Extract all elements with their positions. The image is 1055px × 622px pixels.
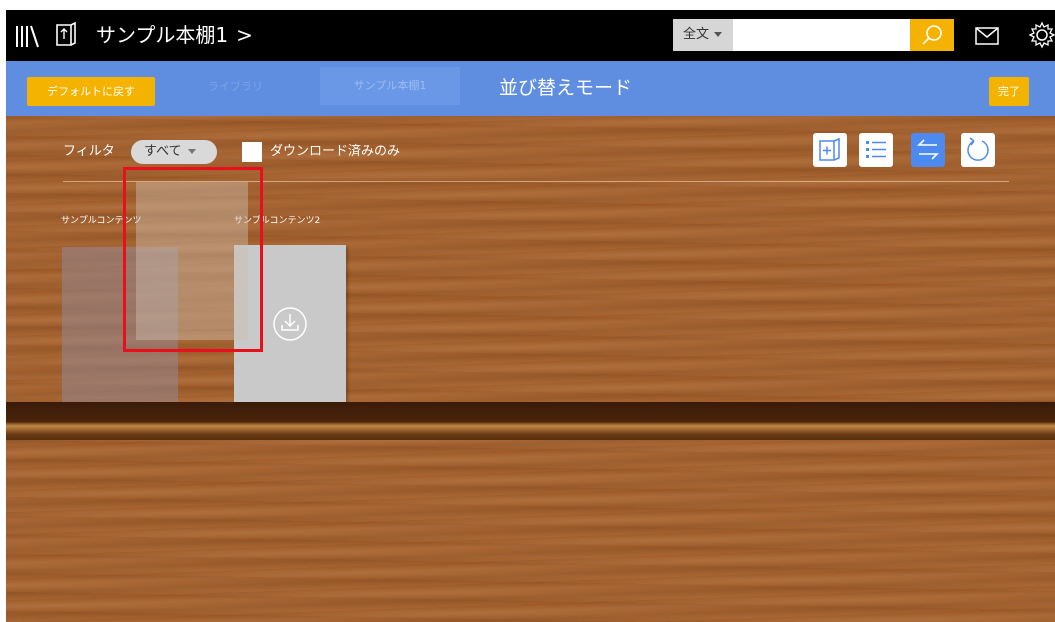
app-frame: サンプル本棚1 > 全文 デフォルトに戻す ライブラリ サンプル本棚1 並び替えモ… xyxy=(6,10,1055,622)
sort-mode-bar: デフォルトに戻す ライブラリ サンプル本棚1 並び替えモード 完了 xyxy=(6,61,1055,116)
mode-title: 並び替えモード xyxy=(499,77,633,99)
list-view-icon xyxy=(866,141,886,158)
search-button[interactable] xyxy=(910,19,954,51)
add-shelf-button[interactable] xyxy=(813,133,847,167)
bookshelf-icon[interactable] xyxy=(14,23,40,49)
reset-default-button[interactable]: デフォルトに戻す xyxy=(27,77,155,106)
sort-button[interactable] xyxy=(911,133,945,167)
gear-icon[interactable] xyxy=(1028,21,1055,49)
shelf-title-text: サンプル本棚1 xyxy=(96,23,229,47)
search-icon xyxy=(922,25,942,45)
tab-sample-shelf: サンプル本棚1 xyxy=(320,67,460,105)
refresh-button[interactable] xyxy=(961,133,995,167)
search-input[interactable] xyxy=(733,19,910,51)
bookshelf-area: フィルタ すべて ダウンロード済みのみ サンプルコンテンツ サンプルコンテンツ2 xyxy=(6,116,1055,622)
list-view-button[interactable] xyxy=(859,133,893,167)
tab-library: ライブラリ xyxy=(208,80,263,93)
shelf-title[interactable]: サンプル本棚1 > xyxy=(96,21,253,49)
chevron-right-icon: > xyxy=(236,23,253,47)
top-bar: サンプル本棚1 > 全文 xyxy=(6,10,1055,61)
mail-icon[interactable] xyxy=(974,25,1000,47)
filter-selected-value: すべて xyxy=(144,144,182,159)
caret-down-icon xyxy=(187,149,196,154)
download-icon xyxy=(273,307,307,341)
downloaded-only-label[interactable]: ダウンロード済みのみ xyxy=(270,143,400,161)
search-mode-select[interactable]: 全文 xyxy=(673,19,733,51)
filter-select[interactable]: すべて xyxy=(131,140,217,164)
done-button[interactable]: 完了 xyxy=(989,77,1029,106)
shelf-board xyxy=(6,402,1055,440)
filter-label: フィルタ xyxy=(63,144,115,159)
drag-highlight-box xyxy=(123,167,263,352)
search-mode-label: 全文 xyxy=(683,27,710,42)
caret-down-icon xyxy=(714,32,723,37)
downloaded-only-checkbox[interactable] xyxy=(242,142,262,162)
add-shelf-icon xyxy=(819,137,840,161)
sort-icon xyxy=(917,139,939,160)
refresh-icon xyxy=(967,137,989,161)
shelf-book-icon[interactable] xyxy=(53,21,79,49)
